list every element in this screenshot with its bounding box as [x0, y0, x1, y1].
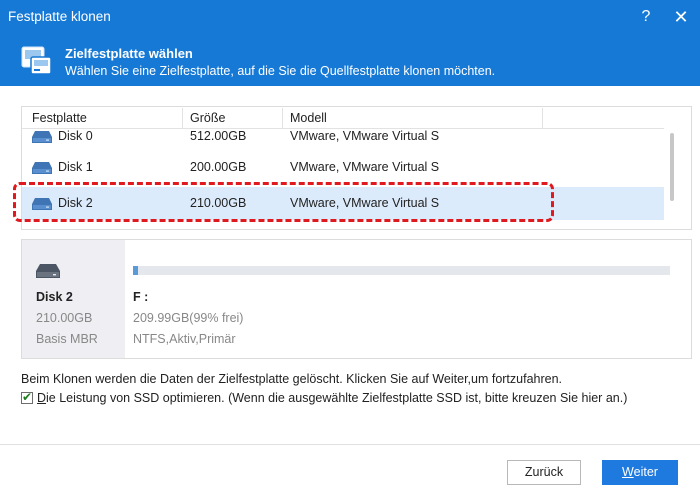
partition-free-space: 209.99GB(99% frei)	[133, 311, 244, 325]
next-button[interactable]: Weiter	[602, 460, 678, 485]
details-disk-name: Disk 2	[36, 290, 73, 304]
hard-drive-icon	[32, 131, 52, 143]
disk-size: 200.00GB	[190, 160, 247, 174]
ssd-optimize-text: ie Leistung von SSD optimieren. (Wenn di…	[46, 391, 628, 405]
hard-drive-icon	[32, 198, 52, 210]
column-divider[interactable]	[542, 108, 543, 128]
disk-details-panel: Disk 2 210.00GB Basis MBR F : 209.99GB(9…	[21, 239, 692, 359]
disk-table: Disk 0 512.00GB VMware, VMware Virtual S…	[21, 106, 692, 230]
window-title: Festplatte klonen	[8, 9, 111, 24]
partition-filesystem: NTFS,Aktiv,Primär	[133, 332, 236, 346]
title-bar: Festplatte klonen ? ✕	[0, 0, 700, 35]
next-accesskey: W	[622, 465, 634, 479]
disk-name: Disk 1	[58, 160, 93, 174]
column-divider[interactable]	[182, 108, 183, 128]
column-header-model[interactable]: Modell	[290, 111, 327, 125]
dialog-footer: Zurück Weiter	[0, 444, 700, 500]
overwrite-warning: Beim Klonen werden die Daten der Zielfes…	[21, 372, 563, 386]
ssd-optimize-accesskey: D	[37, 391, 47, 405]
column-divider[interactable]	[282, 108, 283, 128]
column-header-size[interactable]: Größe	[190, 111, 225, 125]
disk-size: 210.00GB	[190, 196, 247, 210]
step-header: Zielfestplatte wählen Wählen Sie eine Zi…	[0, 35, 700, 86]
next-label: eiter	[633, 465, 658, 479]
close-icon[interactable]: ✕	[669, 6, 693, 28]
details-disk-size: 210.00GB	[36, 311, 93, 325]
hard-drive-icon	[36, 264, 60, 278]
table-header: Festplatte Größe Modell	[22, 107, 664, 129]
ssd-optimize-checkbox[interactable]: ✔	[21, 390, 33, 404]
disk-summary: Disk 2 210.00GB Basis MBR	[22, 240, 125, 358]
details-disk-type: Basis MBR	[36, 332, 98, 346]
disk-model: VMware, VMware Virtual S	[290, 196, 440, 210]
help-icon[interactable]: ?	[634, 6, 658, 28]
hard-drive-icon	[32, 162, 52, 174]
table-scrollbar[interactable]	[666, 107, 691, 229]
ssd-optimize-label[interactable]: Die Leistung von SSD optimieren. (Wenn d…	[37, 391, 627, 405]
disk-name: Disk 0	[58, 129, 93, 143]
disk-stack-icon	[21, 46, 52, 75]
step-subtitle: Wählen Sie eine Zielfestplatte, auf die …	[65, 64, 496, 78]
partition-usage-bar[interactable]	[133, 266, 670, 275]
table-row-disk-1[interactable]: Disk 1 200.00GB VMware, VMware Virtual S	[22, 151, 664, 184]
disk-model: VMware, VMware Virtual S	[290, 129, 440, 143]
scrollbar-thumb[interactable]	[670, 133, 674, 201]
step-title: Zielfestplatte wählen	[65, 46, 193, 61]
back-button[interactable]: Zurück	[507, 460, 581, 485]
partition-usage-fill	[133, 266, 139, 275]
partition-label: F :	[133, 290, 149, 304]
table-row-disk-2[interactable]: Disk 2 210.00GB VMware, VMware Virtual S	[22, 187, 664, 220]
disk-size: 512.00GB	[190, 129, 247, 143]
column-header-disk[interactable]: Festplatte	[32, 111, 87, 125]
disk-name: Disk 2	[58, 196, 93, 210]
disk-model: VMware, VMware Virtual S	[290, 160, 440, 174]
checkmark-icon: ✔	[22, 390, 33, 404]
